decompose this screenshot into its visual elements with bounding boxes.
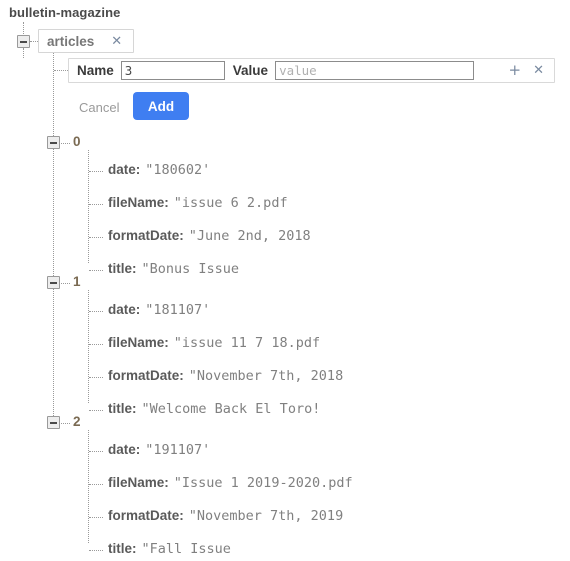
property-key: fileName — [108, 195, 165, 210]
tree-node-label: articles — [47, 33, 95, 49]
value-field-label: Value — [232, 63, 269, 78]
tree-guide-item — [61, 423, 70, 424]
tree-guide-property — [89, 410, 103, 411]
tree-guide-root — [23, 22, 24, 36]
array-index-label: 1 — [73, 274, 81, 289]
tree-guide-articles-children — [23, 48, 24, 58]
property-row[interactable]: formatDate: "June 2nd, 2018 — [108, 228, 366, 248]
expander-item-2[interactable] — [47, 416, 60, 429]
property-row[interactable]: formatDate: "November 7th, 2019 — [108, 508, 366, 528]
tree-guide-property — [89, 204, 103, 205]
array-index-label: 2 — [73, 414, 81, 429]
tree-guide-item — [61, 143, 70, 144]
property-row[interactable]: fileName: "Issue 1 2019-2020.pdf — [108, 475, 366, 495]
property-row[interactable]: date: "181107' — [108, 302, 366, 322]
property-key: title — [108, 261, 133, 276]
property-row[interactable]: formatDate: "November 7th, 2018 — [108, 368, 366, 388]
property-value[interactable]: "191107' — [145, 442, 210, 458]
array-index-label: 0 — [73, 134, 81, 149]
property-key: fileName — [108, 335, 165, 350]
tree-node-articles[interactable]: articles ✕ — [38, 29, 135, 53]
property-colon: : — [135, 162, 141, 177]
name-field-label: Name — [77, 63, 114, 78]
tree-guide-item-children — [88, 430, 89, 543]
property-row[interactable]: fileName: "issue 11 7 18.pdf — [108, 335, 366, 355]
tree-guide-property — [89, 484, 103, 485]
property-value[interactable]: "181107' — [145, 302, 210, 318]
property-value[interactable]: "Bonus Issue — [142, 261, 240, 277]
property-colon: : — [179, 368, 184, 383]
tree-guide-property — [89, 377, 103, 378]
property-value[interactable]: "Fall Issue — [142, 541, 231, 557]
property-colon: : — [179, 228, 184, 243]
property-colon: : — [132, 401, 137, 416]
tree-guide-item — [61, 283, 70, 284]
property-key: date — [108, 302, 136, 317]
property-value[interactable]: "November 7th, 2019 — [189, 508, 343, 524]
tree-guide-property — [89, 237, 103, 238]
property-colon: : — [164, 475, 169, 490]
property-colon: : — [164, 195, 169, 210]
property-value[interactable]: "issue 6 2.pdf — [174, 195, 288, 211]
tree-guide-property — [89, 171, 103, 172]
property-key: fileName — [108, 475, 165, 490]
plus-icon[interactable]: + — [502, 63, 529, 78]
name-input[interactable] — [120, 61, 225, 80]
property-key: date — [108, 442, 136, 457]
close-icon[interactable]: ✕ — [106, 35, 127, 48]
tree-guide-item-children — [88, 290, 89, 403]
close-icon[interactable]: ✕ — [528, 64, 549, 77]
value-input[interactable] — [275, 61, 475, 80]
property-key: title — [108, 541, 133, 556]
tree-guide-property — [89, 344, 103, 345]
property-colon: : — [179, 508, 184, 523]
property-key: date — [108, 162, 136, 177]
property-colon: : — [135, 302, 141, 317]
property-colon: : — [164, 335, 169, 350]
property-colon: : — [132, 261, 137, 276]
property-value[interactable]: "Welcome Back El Toro! — [142, 401, 321, 417]
property-colon: : — [135, 442, 141, 457]
property-key: title — [108, 401, 133, 416]
expander-articles[interactable] — [17, 35, 30, 48]
property-row[interactable]: date: "180602' — [108, 162, 366, 182]
add-property-form[interactable]: Name Value + ✕ — [68, 58, 555, 83]
tree-guide-property — [89, 311, 103, 312]
property-value[interactable]: "June 2nd, 2018 — [189, 228, 311, 244]
expander-item-1[interactable] — [47, 276, 60, 289]
property-row[interactable]: date: "191107' — [108, 442, 366, 462]
property-value[interactable]: "180602' — [145, 162, 210, 178]
property-key: formatDate — [108, 228, 180, 243]
tree-guide-property — [89, 451, 103, 452]
property-value[interactable]: "issue 11 7 18.pdf — [174, 335, 320, 351]
form-actions: + ✕ — [502, 63, 554, 78]
property-colon: : — [132, 541, 137, 556]
property-key: formatDate — [108, 508, 180, 523]
tree-guide-property — [89, 550, 103, 551]
property-row[interactable]: fileName: "issue 6 2.pdf — [108, 195, 366, 215]
expander-item-0[interactable] — [47, 136, 60, 149]
tree-guide-item-children — [88, 150, 89, 263]
tree-guide-property — [89, 270, 103, 271]
property-row[interactable]: title: "Bonus Issue — [108, 261, 366, 281]
cancel-button[interactable]: Cancel — [73, 96, 125, 119]
property-value[interactable]: "Issue 1 2019-2020.pdf — [174, 475, 353, 491]
tree-guide-property — [89, 517, 103, 518]
add-button[interactable]: Add — [133, 92, 189, 120]
tree-guide-form — [54, 70, 68, 71]
property-key: formatDate — [108, 368, 180, 383]
property-value[interactable]: "November 7th, 2018 — [189, 368, 343, 384]
property-row[interactable]: title: "Fall Issue — [108, 541, 366, 561]
page-title: bulletin-magazine — [9, 5, 121, 20]
property-row[interactable]: title: "Welcome Back El Toro! — [108, 401, 366, 421]
tree-guide-articles-spine — [53, 53, 54, 424]
